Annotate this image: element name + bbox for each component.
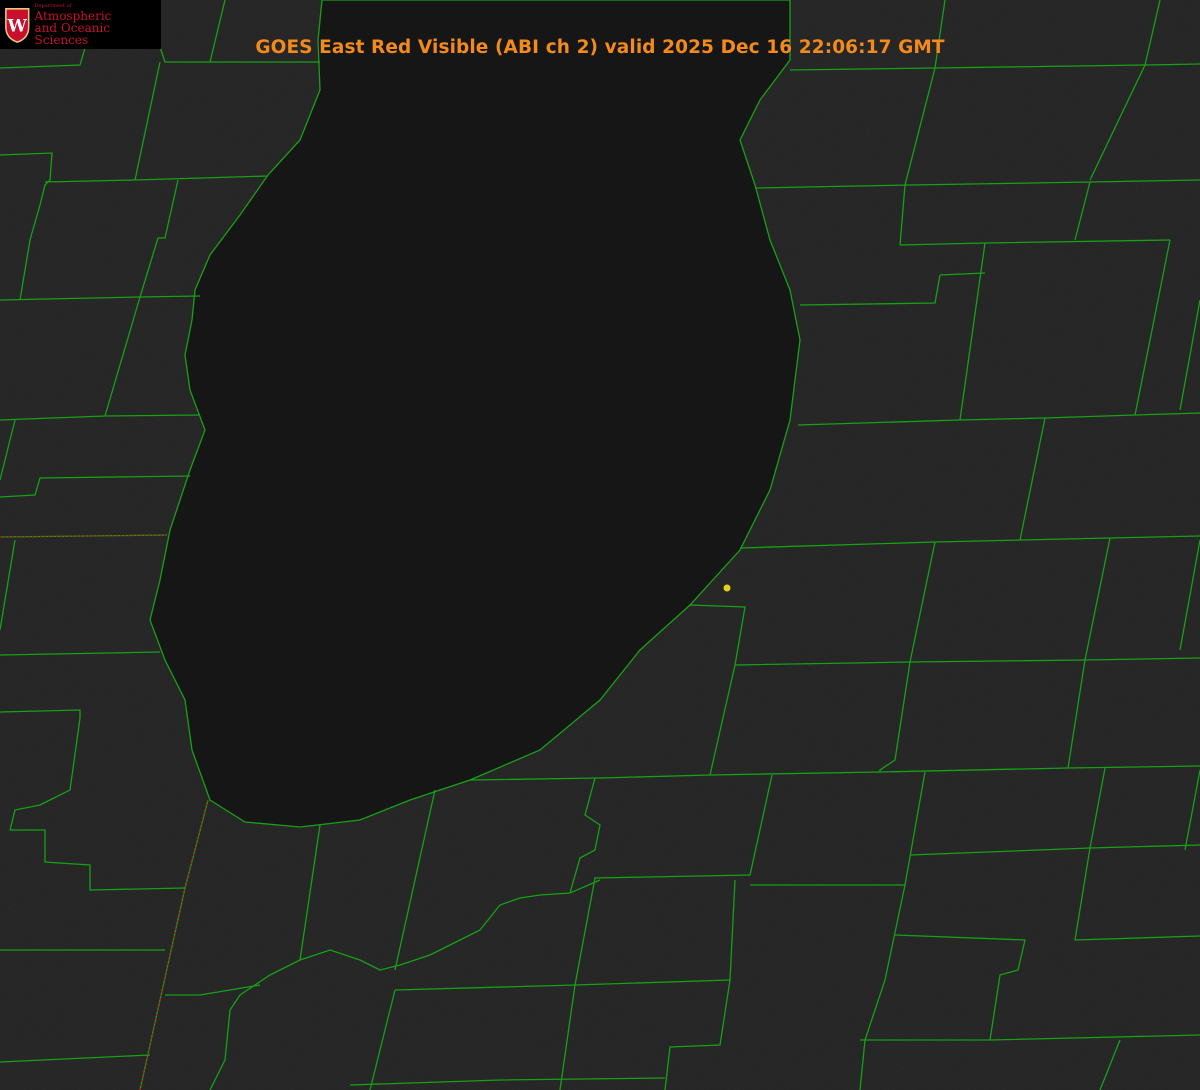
image-title: GOES East Red Visible (ABI ch 2) valid 2…	[255, 37, 945, 58]
logo-department: Department of	[34, 2, 72, 9]
svg-text:W: W	[7, 16, 28, 36]
satellite-image-viewer	[0, 0, 1200, 1090]
logo-line-1: Atmospheric	[34, 8, 112, 23]
satellite-map	[0, 0, 1200, 1090]
location-marker-icon	[723, 584, 731, 592]
